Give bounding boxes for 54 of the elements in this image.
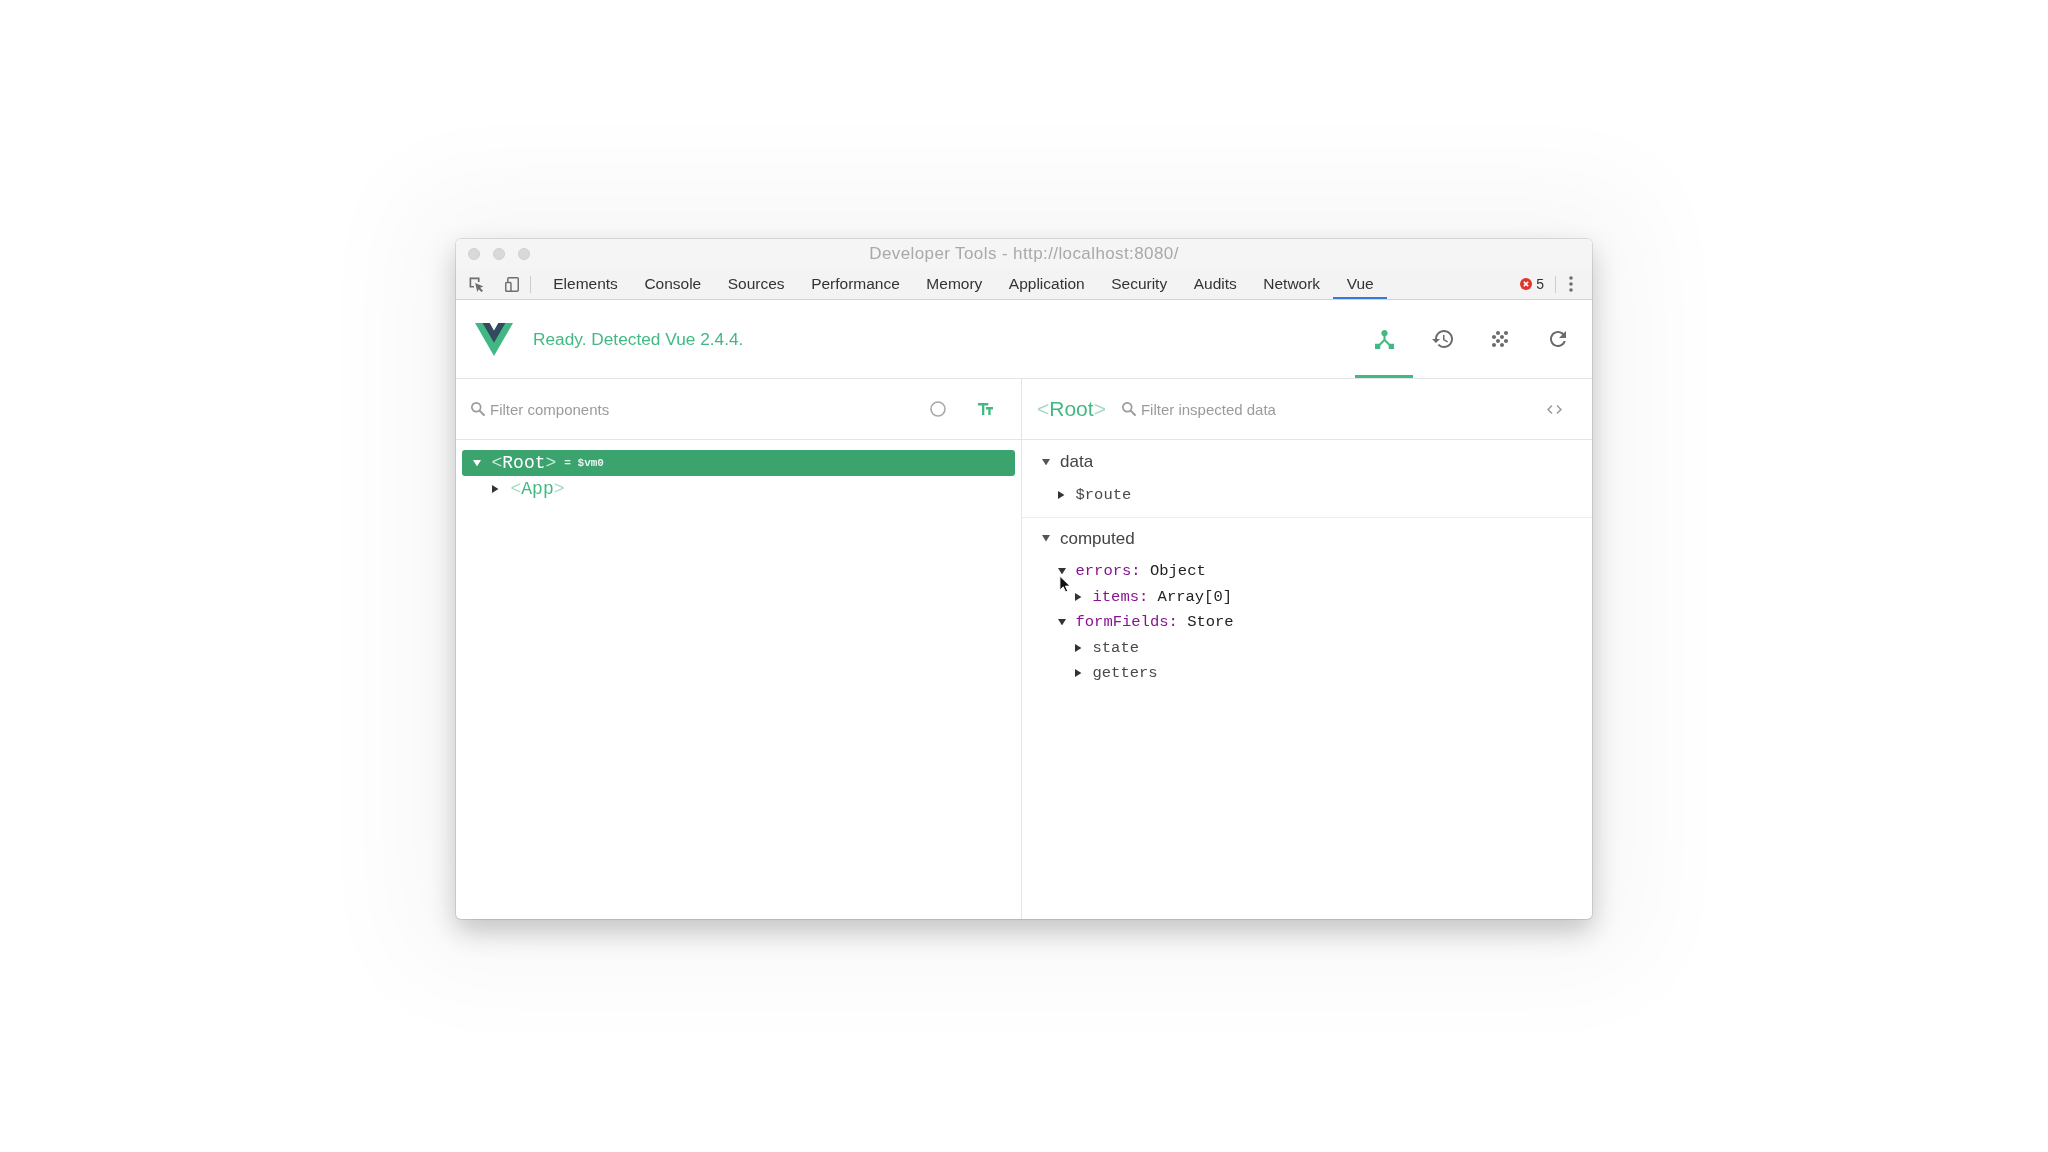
panel-tab[interactable]: Audits: [1180, 269, 1250, 299]
property-value: Object: [1149, 562, 1206, 581]
caret-icon[interactable]: [492, 485, 499, 493]
status-message: Ready. Detected Vue 2.4.4.: [533, 328, 744, 350]
panel-tab[interactable]: Security: [1097, 269, 1181, 299]
property-key: $route: [1075, 485, 1132, 504]
caret-icon[interactable]: [1057, 568, 1066, 575]
cursor-icon: [1059, 575, 1070, 593]
component-name: <App>: [510, 479, 565, 499]
component-name: <Root>: [491, 453, 557, 473]
caret-icon[interactable]: [1075, 592, 1082, 601]
caret-icon[interactable]: [1041, 458, 1050, 466]
property-key: getters: [1092, 664, 1158, 683]
refresh-icon: [1550, 331, 1566, 347]
history-icon: [1431, 330, 1453, 348]
property-value: Store: [1187, 613, 1234, 632]
ring-icon[interactable]: [930, 401, 946, 417]
search-icon: [1121, 402, 1136, 416]
window-title: Developer Tools - http://localhost:8080/: [869, 244, 1179, 264]
property-key: errors:: [1075, 562, 1141, 581]
property-key: state: [1092, 638, 1139, 657]
search-icon: [471, 402, 485, 416]
panel-tab[interactable]: Elements: [540, 269, 632, 299]
code-icon[interactable]: [1547, 404, 1562, 414]
caret-icon[interactable]: [1058, 490, 1065, 499]
dots-icon: [1492, 331, 1508, 347]
panel-tab[interactable]: Sources: [714, 269, 798, 299]
text-format-icon[interactable]: [978, 403, 993, 415]
instance-label: = $vm0: [564, 457, 604, 469]
caret-icon[interactable]: [1057, 619, 1066, 626]
device-icon[interactable]: [505, 276, 519, 292]
search-field[interactable]: Filter inspected data: [1140, 396, 1547, 422]
hub-icon: [1374, 329, 1394, 349]
property-key: formFields:: [1075, 613, 1178, 632]
section-title: data: [1060, 452, 1094, 472]
panel-tab[interactable]: Console: [631, 269, 715, 299]
panel-tab[interactable]: Performance: [797, 269, 914, 299]
component-title: <Root>: [1037, 397, 1106, 421]
panel-tab[interactable]: Application: [995, 269, 1098, 299]
section-title: computed: [1060, 528, 1135, 549]
panel-tab[interactable]: Network: [1250, 269, 1334, 299]
caret-icon[interactable]: [1075, 643, 1082, 652]
error-counter[interactable]: 5: [1520, 276, 1544, 292]
caret-icon[interactable]: [1075, 669, 1082, 678]
kebab-menu-icon[interactable]: [1569, 276, 1573, 292]
caret-icon[interactable]: [1041, 535, 1050, 542]
property-value: Array[0]: [1157, 587, 1232, 606]
error-icon: [1520, 278, 1533, 290]
vue-logo: [475, 322, 513, 356]
property-key: items:: [1092, 587, 1149, 606]
inspect-icon[interactable]: [469, 276, 484, 292]
panel-tab[interactable]: Memory: [913, 269, 996, 299]
search-field[interactable]: Filter components: [490, 396, 898, 422]
panel-tab[interactable]: Vue: [1333, 269, 1387, 299]
